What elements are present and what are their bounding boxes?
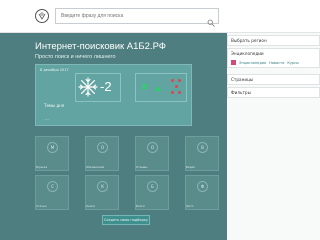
- widget-value: ...: [45, 116, 49, 121]
- tile-label: Музыка: [36, 165, 48, 169]
- page-subtitle: Просто поиск и ничего лишнего: [35, 54, 116, 60]
- site-logo-icon[interactable]: [35, 9, 49, 23]
- pink-swatch-icon: [231, 60, 236, 65]
- tile-label: Объявления: [86, 165, 105, 169]
- tile-label: Книги: [86, 204, 95, 208]
- tile-letter: В: [197, 142, 208, 153]
- ruble-icon: ₽: [142, 83, 148, 92]
- top-header: [0, 0, 320, 33]
- create-collection-button[interactable]: Создать свою подборку: [102, 215, 150, 225]
- widget-date: 8 декабря 2017: [40, 68, 69, 72]
- snowflake-icon: [78, 77, 98, 97]
- dots-icon: [171, 79, 183, 96]
- sidebar-filters-section[interactable]: Фильтры: [227, 87, 320, 98]
- tile-label: Статьи: [36, 204, 47, 208]
- tile-letter: К: [97, 181, 108, 192]
- temperature-value: -2: [100, 79, 112, 94]
- sidebar-encyclopedias-section: Энциклопедии Энциклопедия Новости Курсы: [227, 48, 320, 68]
- search-icon[interactable]: [207, 12, 215, 27]
- sidebar-link[interactable]: Курсы: [287, 61, 298, 65]
- page-title: Интернет-поисковик А1Б2.РФ: [35, 41, 167, 52]
- search-input[interactable]: [55, 8, 219, 24]
- tile-letter: О: [97, 142, 108, 153]
- sidebar-region-label: Выбрать регион: [231, 38, 267, 43]
- tile-label: Видео: [186, 165, 196, 169]
- tile-label: Отзывы: [136, 165, 148, 169]
- tile-letter: С: [47, 181, 58, 192]
- sidebar-link[interactable]: Энциклопедия: [239, 61, 266, 65]
- sidebar-link[interactable]: Новости: [269, 61, 284, 65]
- tile-letter: Б: [147, 181, 158, 192]
- sidebar-encyclopedias-title: Энциклопедии: [231, 51, 264, 56]
- tile-label: Блоги: [136, 204, 145, 208]
- tile-letter: М: [47, 142, 58, 153]
- sidebar-region-section[interactable]: Выбрать регион: [227, 35, 320, 46]
- tile-letter: Ф: [197, 181, 208, 192]
- sidebar-filters-title: Фильтры: [231, 90, 251, 95]
- sidebar-pages-section[interactable]: Страницы: [227, 74, 320, 85]
- up-arrow-icon: [155, 86, 161, 91]
- tile-label: Фото: [186, 204, 194, 208]
- sidebar-pages-title: Страницы: [231, 77, 254, 82]
- widget-label: Темы дня: [44, 103, 65, 108]
- tile-letter: О: [147, 142, 158, 153]
